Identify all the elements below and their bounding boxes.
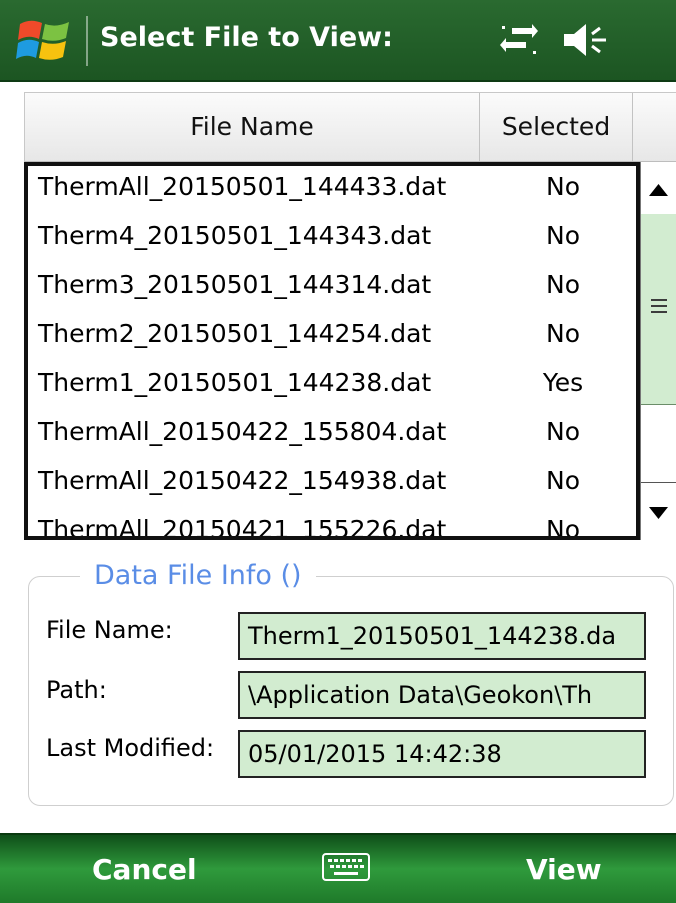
row-selected: No: [546, 172, 580, 201]
row-file-name: Therm2_20150501_144254.dat: [38, 319, 432, 348]
row-file-name: ThermAll_20150421_155226.dat: [38, 515, 447, 540]
row-file-name: Therm3_20150501_144314.dat: [38, 270, 432, 299]
table-row[interactable]: Therm1_20150501_144238.dat Yes: [28, 362, 636, 411]
table-header: File Name Selected: [24, 92, 676, 162]
title-divider: [86, 16, 88, 66]
app-window: Select File to View: File Name Selected …: [0, 0, 676, 903]
page-title: Select File to View:: [100, 22, 393, 53]
scroll-down-button[interactable]: [641, 482, 676, 541]
row-file-name: Therm1_20150501_144238.dat: [38, 368, 432, 397]
table-row[interactable]: Therm2_20150501_144254.dat No: [28, 313, 636, 362]
arrow-up-icon: [649, 184, 668, 196]
table-row[interactable]: ThermAll_20150501_144433.dat No: [28, 166, 636, 215]
scroll-thumb[interactable]: [641, 214, 676, 405]
cancel-button[interactable]: Cancel: [92, 853, 197, 886]
row-selected: No: [546, 270, 580, 299]
path-field[interactable]: \Application Data\Geokon\Th: [238, 671, 646, 719]
table-row[interactable]: Therm4_20150501_144343.dat No: [28, 215, 636, 264]
table-row[interactable]: ThermAll_20150421_155226.dat No: [28, 509, 636, 540]
file-name-label: File Name:: [46, 616, 173, 644]
windows-flag-icon[interactable]: [16, 14, 72, 66]
vertical-scrollbar[interactable]: [640, 162, 676, 541]
connectivity-icon[interactable]: [500, 22, 538, 58]
row-selected: No: [546, 466, 580, 495]
keyboard-icon[interactable]: [322, 853, 370, 881]
last-modified-label: Last Modified:: [46, 734, 215, 762]
title-bar: Select File to View:: [0, 0, 676, 82]
row-file-name: ThermAll_20150422_155804.dat: [38, 417, 447, 446]
file-list: ThermAll_20150501_144433.dat No Therm4_2…: [24, 162, 640, 540]
softkey-bar: Cancel View: [0, 833, 676, 903]
row-selected: No: [546, 319, 580, 348]
row-file-name: Therm4_20150501_144343.dat: [38, 221, 432, 250]
row-selected: No: [546, 417, 580, 446]
table-row[interactable]: ThermAll_20150422_155804.dat No: [28, 411, 636, 460]
row-selected: Yes: [542, 368, 584, 397]
scroll-up-button[interactable]: [641, 162, 676, 215]
arrow-down-icon: [649, 507, 668, 519]
last-modified-field[interactable]: 05/01/2015 14:42:38: [238, 730, 646, 778]
group-legend: Data File Info (): [80, 560, 316, 591]
column-header-file-name[interactable]: File Name: [25, 93, 480, 161]
grip-icon: [651, 299, 667, 313]
file-name-field[interactable]: Therm1_20150501_144238.da: [238, 612, 646, 660]
speaker-muted-icon[interactable]: [562, 22, 612, 58]
path-label: Path:: [46, 676, 107, 704]
view-button[interactable]: View: [526, 853, 602, 886]
row-file-name: ThermAll_20150501_144433.dat: [38, 172, 447, 201]
row-selected: No: [546, 515, 580, 540]
row-selected: No: [546, 221, 580, 250]
column-header-selected[interactable]: Selected: [480, 93, 633, 161]
table-row[interactable]: ThermAll_20150422_154938.dat No: [28, 460, 636, 509]
row-file-name: ThermAll_20150422_154938.dat: [38, 466, 447, 495]
table-row[interactable]: Therm3_20150501_144314.dat No: [28, 264, 636, 313]
